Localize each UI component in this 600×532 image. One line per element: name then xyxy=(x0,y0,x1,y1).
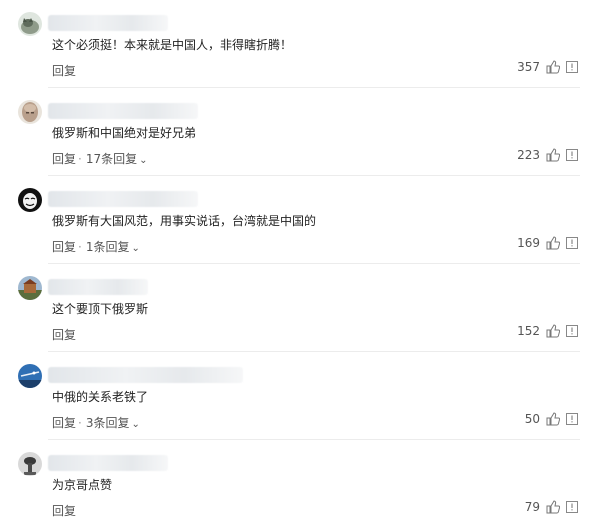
comment-meta: 169 xyxy=(517,236,578,250)
comment-meta: 152 xyxy=(517,324,578,338)
thumbs-up-icon[interactable] xyxy=(546,60,560,74)
report-icon[interactable] xyxy=(566,413,578,425)
report-icon[interactable] xyxy=(566,501,578,513)
comment-actions: 回复 xyxy=(52,502,76,519)
blue-sky-avatar-icon[interactable] xyxy=(18,364,42,388)
username-blurred[interactable] xyxy=(48,103,198,119)
comment-text: 中俄的关系老铁了 xyxy=(52,390,149,404)
reply-button[interactable]: 回复 xyxy=(52,64,76,78)
comment-item: 这个要顶下俄罗斯 回复 152 xyxy=(0,264,600,352)
report-icon[interactable] xyxy=(566,61,578,73)
comment-actions: 回复 · 17条回复 ⌄ xyxy=(52,152,148,166)
like-count: 357 xyxy=(517,60,540,74)
comment-meta: 223 xyxy=(517,148,578,162)
chevron-down-icon[interactable]: ⌄ xyxy=(131,419,139,430)
reply-button[interactable]: 回复 xyxy=(52,504,76,518)
reply-button[interactable]: 回复 xyxy=(52,152,76,166)
comment-item: 这个必须挺！本来就是中国人，非得瞎折腾！ 回复 357 xyxy=(0,0,600,88)
comment-text: 俄罗斯有大国风范，用事实说话，台湾就是中国的 xyxy=(52,214,317,228)
username-blurred[interactable] xyxy=(48,191,198,207)
view-replies-link[interactable]: 1条回复 xyxy=(86,240,130,254)
reply-button[interactable]: 回复 xyxy=(52,240,76,254)
thumbs-up-icon[interactable] xyxy=(546,324,560,338)
like-count: 79 xyxy=(524,500,540,514)
like-count: 223 xyxy=(517,148,540,162)
bald-man-avatar-icon[interactable] xyxy=(18,100,42,124)
castle-avatar-icon[interactable] xyxy=(18,276,42,300)
comment-item: 俄罗斯和中国绝对是好兄弟 回复 · 17条回复 ⌄ 223 xyxy=(0,88,600,176)
comment-actions: 回复 xyxy=(52,62,76,79)
chevron-down-icon[interactable]: ⌄ xyxy=(139,155,147,166)
report-icon[interactable] xyxy=(566,237,578,249)
comment-text: 为京哥点赞 xyxy=(52,478,113,492)
comment-item: 俄罗斯有大国风范，用事实说话，台湾就是中国的 回复 · 1条回复 ⌄ 169 xyxy=(0,176,600,264)
comment-text: 俄罗斯和中国绝对是好兄弟 xyxy=(52,126,197,140)
wolf-avatar-icon[interactable] xyxy=(18,12,42,36)
chevron-down-icon[interactable]: ⌄ xyxy=(131,243,139,254)
mask-avatar-icon[interactable] xyxy=(18,188,42,212)
thumbs-up-icon[interactable] xyxy=(546,148,560,162)
view-replies-link[interactable]: 3条回复 xyxy=(86,416,130,430)
username-blurred[interactable] xyxy=(48,279,148,295)
comment-list: 这个必须挺！本来就是中国人，非得瞎折腾！ 回复 357 俄罗斯和中国绝对是好兄弟… xyxy=(0,0,600,532)
statue-avatar-icon[interactable] xyxy=(18,452,42,476)
comment-actions: 回复 xyxy=(52,326,76,343)
reply-button[interactable]: 回复 xyxy=(52,328,76,342)
comment-text: 这个必须挺！本来就是中国人，非得瞎折腾！ xyxy=(52,38,293,52)
reply-button[interactable]: 回复 xyxy=(52,416,76,430)
username-blurred[interactable] xyxy=(48,455,168,471)
comment-meta: 79 xyxy=(525,500,578,514)
like-count: 169 xyxy=(517,236,540,250)
thumbs-up-icon[interactable] xyxy=(546,412,560,426)
comment-actions: 回复 · 3条回复 ⌄ xyxy=(52,416,140,430)
comment-actions: 回复 · 1条回复 ⌄ xyxy=(52,240,140,254)
thumbs-up-icon[interactable] xyxy=(546,236,560,250)
view-replies-link[interactable]: 17条回复 xyxy=(86,152,137,166)
username-blurred[interactable] xyxy=(48,15,168,31)
like-count: 50 xyxy=(524,412,540,426)
thumbs-up-icon[interactable] xyxy=(546,500,560,514)
comment-item: 为京哥点赞 回复 79 xyxy=(0,440,600,528)
comment-item: 中俄的关系老铁了 回复 · 3条回复 ⌄ 50 xyxy=(0,352,600,440)
comment-meta: 357 xyxy=(517,60,578,74)
comment-text: 这个要顶下俄罗斯 xyxy=(52,302,149,316)
report-icon[interactable] xyxy=(566,325,578,337)
report-icon[interactable] xyxy=(566,149,578,161)
like-count: 152 xyxy=(517,324,540,338)
comment-meta: 50 xyxy=(525,412,578,426)
username-blurred[interactable] xyxy=(48,367,243,383)
